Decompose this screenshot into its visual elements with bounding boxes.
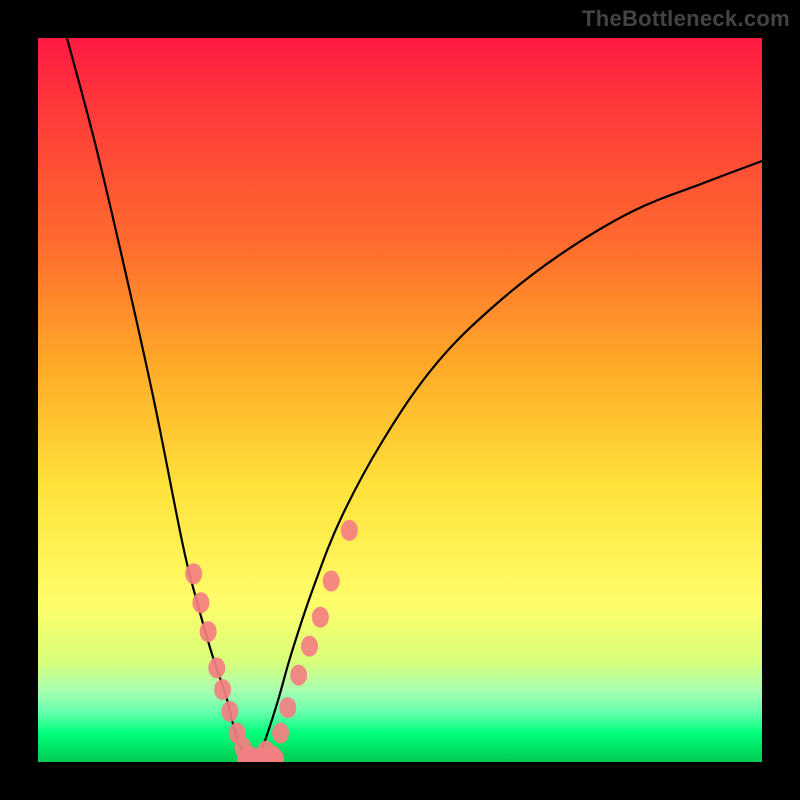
marker-dot [214, 679, 231, 700]
marker-dot [192, 592, 209, 613]
marker-dot [200, 621, 217, 642]
marker-dot [272, 723, 289, 744]
bottom-marker-band [237, 749, 284, 762]
curve-left-curve [67, 38, 255, 762]
attribution-text: TheBottleneck.com [582, 6, 790, 32]
marker-dots [185, 520, 358, 762]
marker-dot [221, 701, 238, 722]
bottleneck-curves [67, 38, 762, 762]
chart-frame: TheBottleneck.com [0, 0, 800, 800]
bottom-band [237, 749, 284, 762]
marker-dot [312, 607, 329, 628]
marker-dot [301, 636, 318, 657]
marker-dot [185, 563, 202, 584]
curve-right-curve [255, 161, 762, 762]
marker-dot [208, 657, 225, 678]
marker-dot [279, 697, 296, 718]
marker-dot [323, 571, 340, 592]
marker-dot [290, 665, 307, 686]
marker-dot [341, 520, 358, 541]
curve-layer [38, 38, 762, 762]
plot-area [38, 38, 762, 762]
